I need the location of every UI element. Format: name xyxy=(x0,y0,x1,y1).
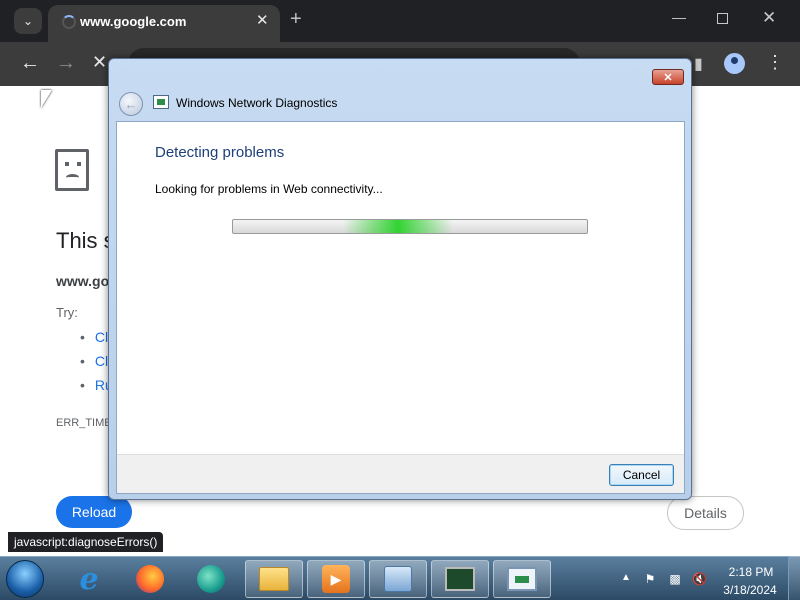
network-diagnostics-icon xyxy=(153,95,169,109)
details-button[interactable]: Details xyxy=(667,496,744,530)
try-label: Try: xyxy=(56,305,78,320)
file-explorer-icon xyxy=(259,567,289,591)
reload-button[interactable]: Reload xyxy=(56,496,132,528)
dialog-close-button[interactable]: ✕ xyxy=(652,69,684,85)
forward-arrow-icon[interactable]: → xyxy=(56,52,76,75)
window-close-icon[interactable]: ✕ xyxy=(762,8,776,28)
minimize-icon[interactable]: — xyxy=(672,9,686,25)
browser-tab[interactable]: www.google.com ✕ xyxy=(48,5,280,42)
volume-muted-icon[interactable]: 🔇 xyxy=(692,572,707,586)
tab-list-button[interactable]: ⌄ xyxy=(14,8,42,34)
clock-date[interactable]: 3/18/2024 xyxy=(716,583,784,597)
progress-indicator xyxy=(343,220,453,233)
dialog-back-button[interactable]: ← xyxy=(119,92,143,116)
dialog-heading: Detecting problems xyxy=(155,144,285,161)
chevron-down-icon: ⌄ xyxy=(22,14,34,28)
tray-expand-icon[interactable]: ▲ xyxy=(621,572,631,583)
kebab-menu-icon[interactable]: ⋮ xyxy=(766,52,784,73)
media-player-icon: ▶ xyxy=(322,565,350,593)
suggestion-item[interactable]: • Cl xyxy=(80,329,108,345)
dialog-footer: Cancel xyxy=(117,454,684,493)
browser-tab-bar: ⌄ www.google.com ✕ + — ✕ xyxy=(0,0,800,42)
show-desktop-button[interactable] xyxy=(788,556,800,600)
action-center-flag-icon[interactable]: ⚑ xyxy=(643,572,657,586)
start-button[interactable] xyxy=(6,560,44,598)
progress-bar xyxy=(232,219,588,234)
back-arrow-icon[interactable]: ← xyxy=(20,52,40,75)
taskbar-monitor-button[interactable] xyxy=(431,560,489,598)
performance-monitor-icon xyxy=(445,567,475,591)
side-panel-icon[interactable]: ▮ xyxy=(694,54,703,74)
suggestion-item[interactable]: • Cl xyxy=(80,353,108,369)
mouse-cursor-icon xyxy=(41,90,52,108)
taskbar-explorer-button[interactable] xyxy=(245,560,303,598)
stop-loading-icon[interactable]: ✕ xyxy=(92,52,107,73)
status-bar-url: javascript:diagnoseErrors() xyxy=(8,532,164,552)
ie-icon: e xyxy=(79,561,99,597)
tab-close-icon[interactable]: ✕ xyxy=(256,11,269,29)
network-diagnostics-icon xyxy=(507,567,537,591)
network-diagnostics-dialog: ✕ ← Windows Network Diagnostics Detectin… xyxy=(108,58,692,500)
network-status-icon[interactable]: ▩ xyxy=(668,572,682,586)
taskbar-netdiag-button[interactable] xyxy=(493,560,551,598)
taskbar-edge-button[interactable] xyxy=(182,560,240,598)
tab-title: www.google.com xyxy=(80,14,187,29)
profile-avatar-icon[interactable] xyxy=(724,53,745,74)
control-panel-icon xyxy=(384,566,412,592)
taskbar-media-button[interactable]: ▶ xyxy=(307,560,365,598)
new-tab-button[interactable]: + xyxy=(290,9,302,29)
error-code: ERR_TIME xyxy=(56,417,112,429)
taskbar-ie-button[interactable]: e xyxy=(60,560,118,598)
loading-spinner-icon xyxy=(62,15,76,29)
dialog-title: Windows Network Diagnostics xyxy=(176,96,338,110)
cancel-button[interactable]: Cancel xyxy=(609,464,674,486)
taskbar-firefox-button[interactable] xyxy=(121,560,179,598)
taskbar: e ▶ ▲ ⚑ ▩ 🔇 xyxy=(0,556,800,600)
sad-page-icon xyxy=(55,149,89,191)
taskbar-control-panel-button[interactable] xyxy=(369,560,427,598)
error-heading: This s xyxy=(56,228,115,253)
maximize-icon[interactable] xyxy=(717,13,728,24)
dialog-content: Detecting problems Looking for problems … xyxy=(116,121,685,494)
clock-time[interactable]: 2:18 PM xyxy=(722,565,780,579)
firefox-icon xyxy=(136,565,164,593)
edge-icon xyxy=(197,565,225,593)
dialog-status-text: Looking for problems in Web connectivity… xyxy=(155,182,383,196)
